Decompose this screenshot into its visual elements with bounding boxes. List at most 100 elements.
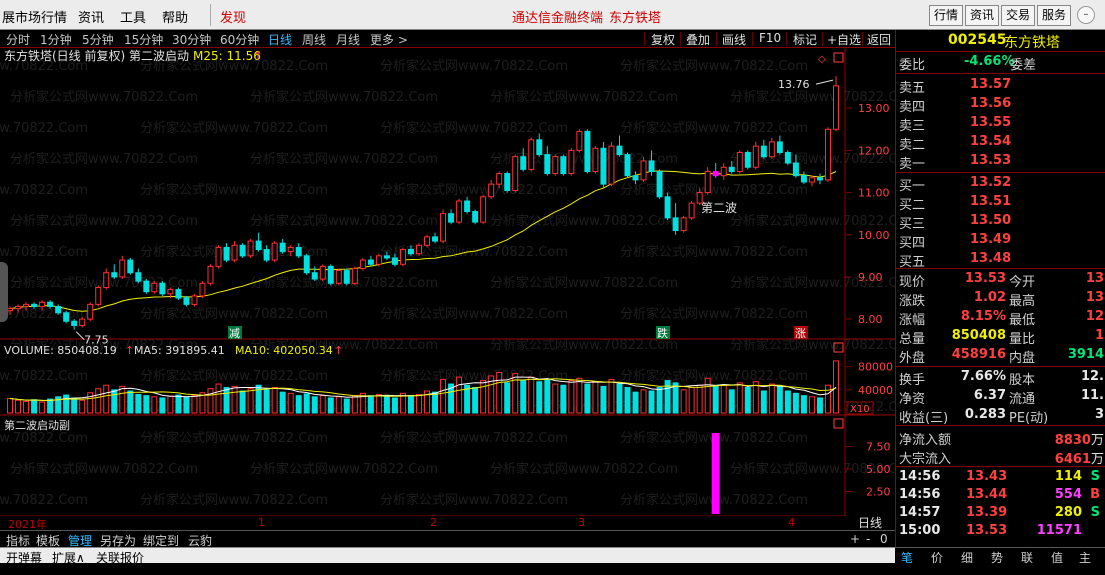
period-daily[interactable]: 日线 [268, 31, 292, 48]
zoom-in-icon[interactable]: + [850, 532, 860, 546]
candle [680, 215, 687, 233]
kline-chart[interactable]: 分析家公式网www.70822.Com 分析家公式网www.70822.Com 分析… [0, 48, 895, 518]
zoom-reset-icon[interactable]: 0 [880, 532, 888, 546]
watermark-text: 分析家公式网www.70822.Com [380, 120, 568, 136]
volume-bar [504, 382, 511, 414]
price-tick-label: 8.00 [858, 313, 883, 326]
adjust-button[interactable]: 复权 [648, 31, 678, 48]
zoom-out-icon[interactable]: - [866, 532, 870, 546]
flow-value: 6461万 [1054, 452, 1104, 467]
fall-tag-text: 跌 [657, 326, 668, 340]
period-weekly[interactable]: 周线 [302, 31, 326, 48]
stat-label: 最低 [1009, 313, 1036, 328]
volume-bar [656, 387, 663, 414]
draw-button[interactable]: 画线 [719, 31, 749, 48]
watermark-text: 分析家公式网www.70822.Com [380, 58, 568, 74]
service-button[interactable]: 服务 [1037, 5, 1072, 26]
trade-button[interactable]: 交易 [1001, 5, 1036, 26]
candle [584, 129, 591, 174]
danmaku-button[interactable]: 开弹幕 [6, 549, 42, 566]
tick-volume: 554 [1054, 487, 1082, 502]
ask-label: 卖三 [899, 119, 926, 134]
watermark-text: 分析家公式网www.70822.Com [380, 430, 568, 446]
watermark-text: 分析家公式网www.70822.Com [490, 275, 678, 291]
flow-label: 大宗流入 [899, 452, 952, 467]
volume-bar [335, 396, 342, 414]
menu-discover[interactable]: 发现 [220, 7, 246, 26]
candle [816, 173, 823, 185]
stock-header: 002545 东方铁塔 [896, 30, 1105, 51]
expand-button[interactable]: 扩展∧ [52, 549, 85, 566]
sub-tick-label: 5.00 [866, 463, 891, 476]
candle [175, 287, 182, 301]
watermark-text: 分析家公式网www.70822.Com [10, 89, 198, 105]
volume-bar [351, 395, 358, 414]
volume-bar [343, 398, 350, 414]
quote-button[interactable]: 行情 [929, 5, 964, 26]
period-more[interactable]: 更多 > [370, 31, 408, 48]
f10-button[interactable]: F10 [756, 31, 784, 45]
tab-value[interactable]: 值 [1051, 549, 1063, 566]
tick-price: 13.39 [966, 505, 1008, 520]
mark-button[interactable]: 标记 [790, 31, 820, 48]
related-quote-button[interactable]: 关联报价 [96, 549, 144, 566]
candle [512, 154, 519, 193]
back-button[interactable]: 返回 [864, 31, 894, 48]
volume-bar [375, 393, 382, 414]
stock-code: 002545 [948, 32, 1007, 48]
tick-row: 15:00 13.53 11571 [896, 522, 1105, 541]
menu-market[interactable]: 展市场行情 [2, 7, 67, 26]
volume-bar [792, 392, 799, 414]
volume-bar [552, 383, 559, 414]
tab-ticks[interactable]: 笔 [901, 549, 913, 566]
candle [704, 167, 711, 195]
add-watchlist-button[interactable]: +自选 [824, 31, 864, 48]
diamond-icon[interactable]: ◇ [818, 54, 826, 65]
volume-bar [159, 397, 166, 414]
volume-bar [808, 396, 815, 414]
menu-help[interactable]: 帮助 [162, 7, 188, 26]
candle [616, 135, 623, 157]
period-15min[interactable]: 15分钟 [124, 31, 163, 48]
candle [544, 146, 551, 176]
watermark-text: 分析家公式网www.70822.Com [0, 492, 88, 508]
menu-news[interactable]: 资讯 [78, 7, 104, 26]
period-monthly[interactable]: 月线 [336, 31, 360, 48]
tab-trend[interactable]: 势 [991, 549, 1003, 566]
box-icon[interactable] [833, 418, 844, 429]
volume-bar [544, 378, 551, 414]
period-30min[interactable]: 30分钟 [172, 31, 211, 48]
weibi-row: 委比 -4.66% 委差 [896, 53, 1105, 73]
candle [480, 194, 487, 225]
candle [87, 302, 94, 322]
candle [279, 238, 286, 254]
tab-main[interactable]: 主 [1079, 549, 1091, 566]
volume-bar [71, 397, 78, 414]
tab-link[interactable]: 联 [1021, 549, 1033, 566]
candle [760, 139, 767, 159]
watermark-text: 分析家公式网www.70822.Com [140, 430, 328, 446]
stat-value: 1.02 [973, 290, 1006, 305]
period-tick[interactable]: 分时 [6, 31, 30, 48]
news-button[interactable]: 资讯 [965, 5, 1000, 26]
tab-detail[interactable]: 细 [961, 549, 973, 566]
candle [600, 141, 607, 189]
tab-price[interactable]: 价 [931, 549, 943, 566]
period-1min[interactable]: 1分钟 [40, 31, 72, 48]
minimize-icon[interactable]: – [1077, 6, 1095, 24]
candle [255, 232, 262, 252]
watermark-text: 分析家公式网www.70822.Com [490, 461, 678, 477]
volume-bar [752, 381, 759, 414]
stat-row: 净资 6.37 流通 11. [896, 387, 1105, 407]
volume-bar [608, 378, 615, 414]
period-5min[interactable]: 5分钟 [82, 31, 114, 48]
overlay-button[interactable]: 叠加 [683, 31, 713, 48]
period-60min[interactable]: 60分钟 [220, 31, 259, 48]
volume-bar [111, 389, 118, 414]
box-icon[interactable] [833, 52, 844, 63]
candle [207, 264, 214, 286]
left-collapse-handle[interactable] [0, 262, 8, 322]
candle [720, 163, 727, 180]
watermark-text: 分析家公式网www.70822.Com [490, 89, 678, 105]
menu-tools[interactable]: 工具 [120, 7, 146, 26]
